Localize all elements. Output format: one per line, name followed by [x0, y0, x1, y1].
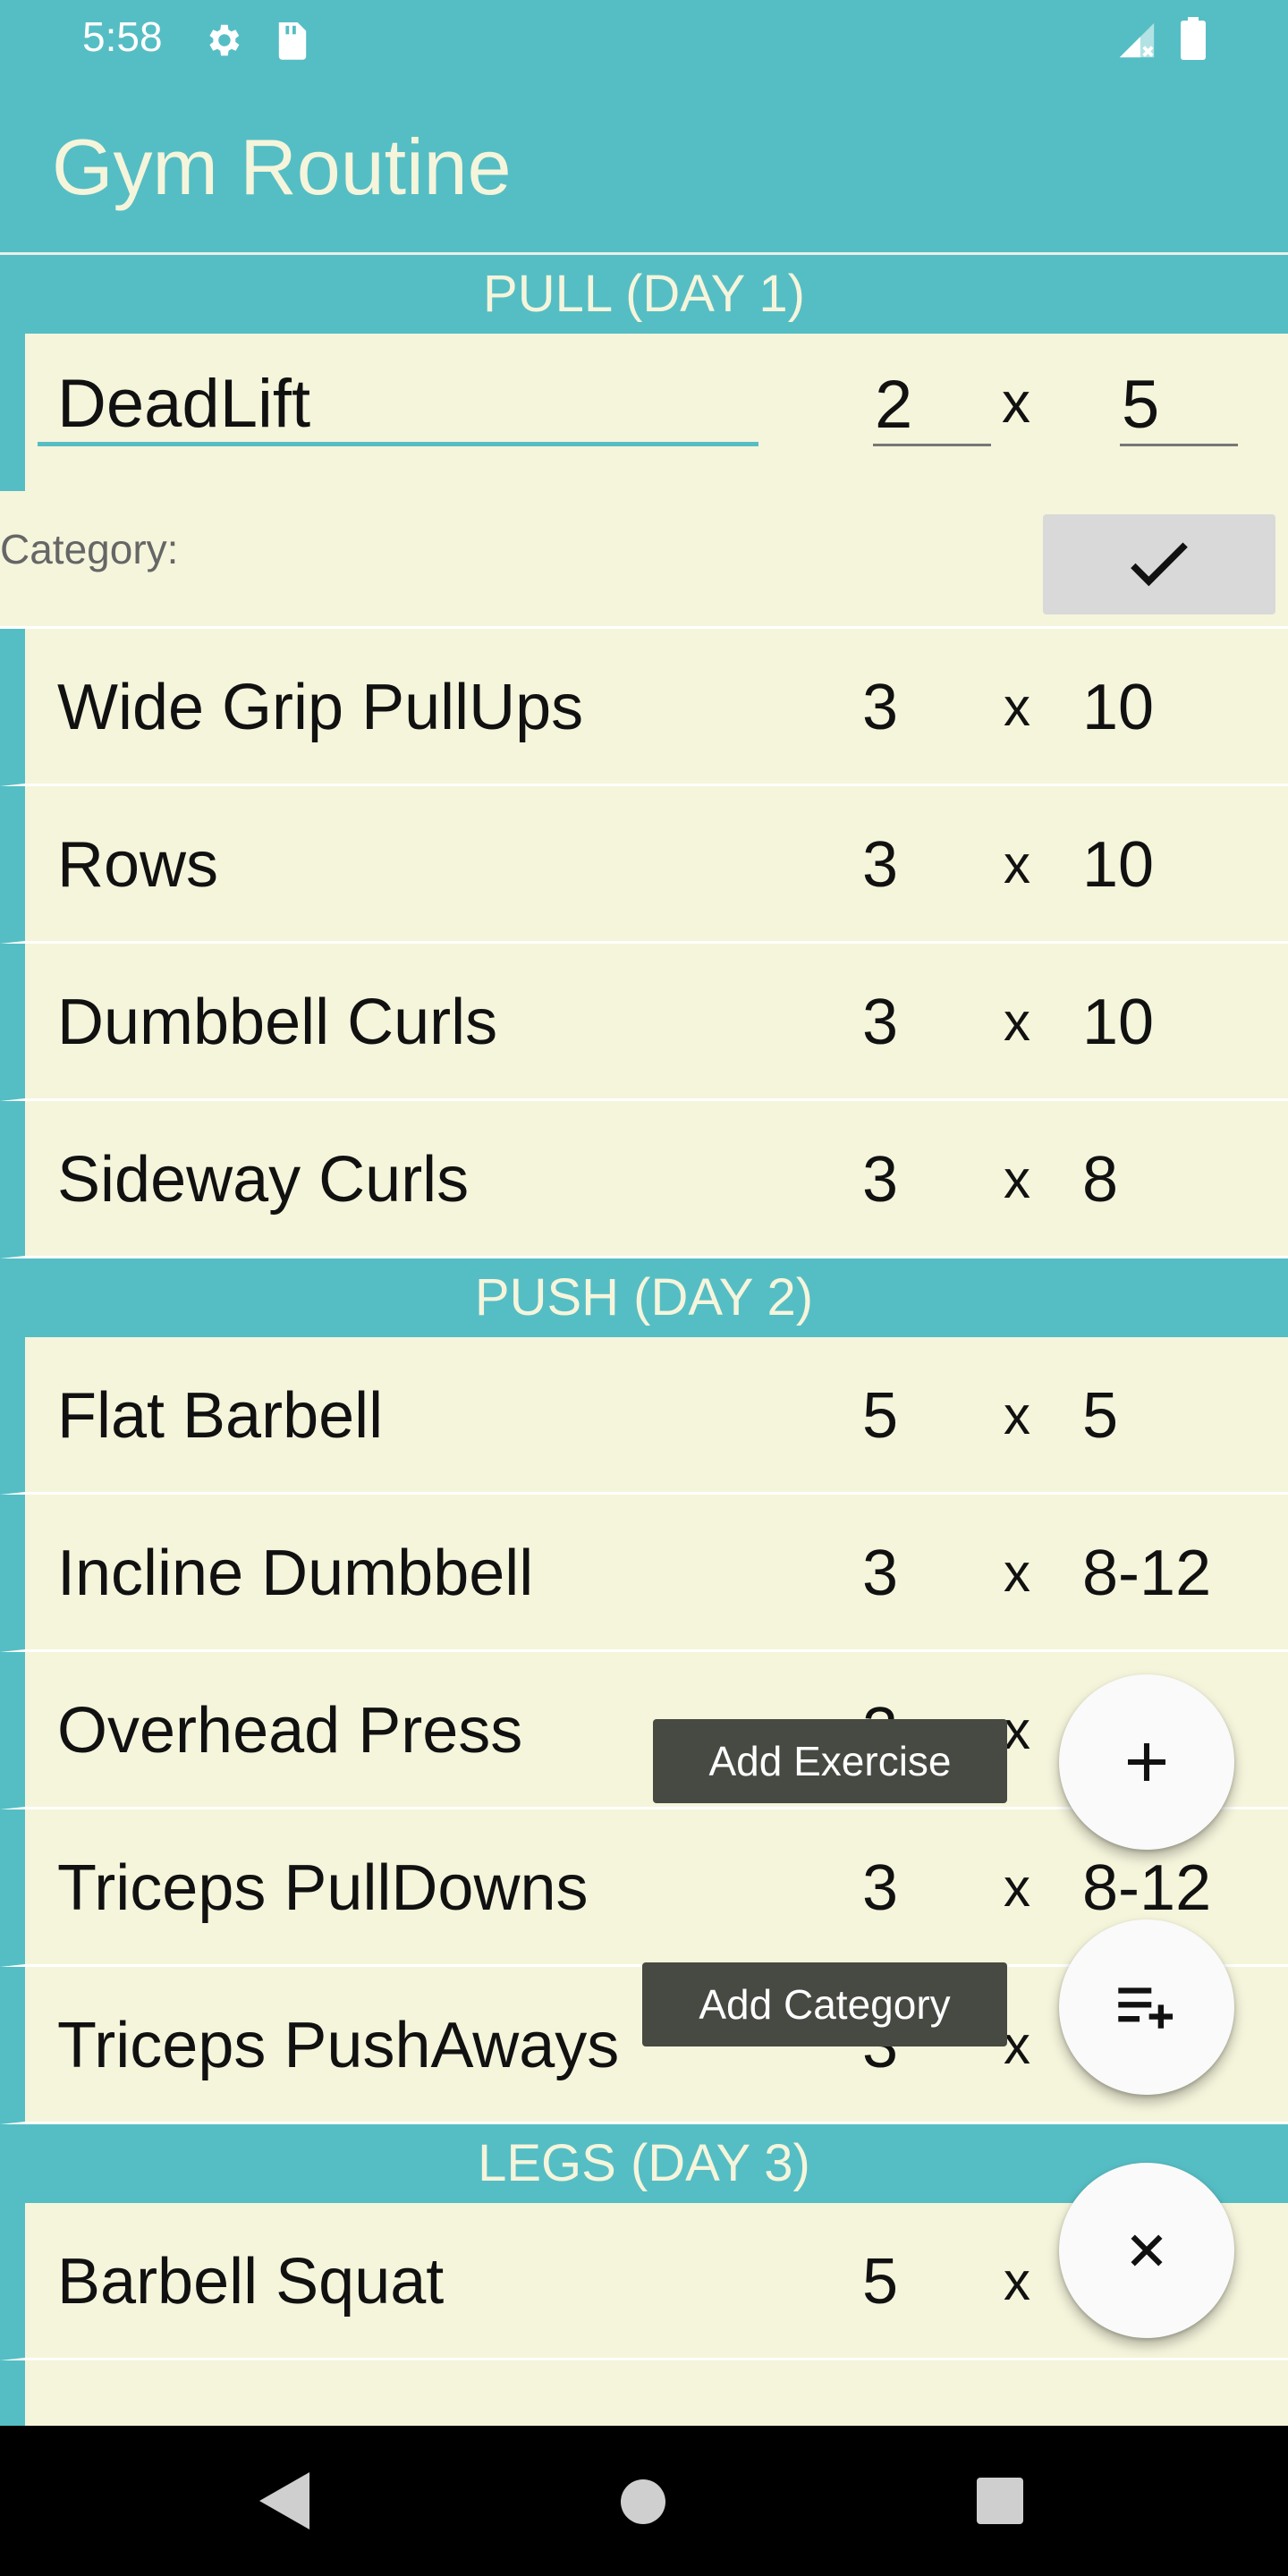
exercise-name: Dumbbell Curls — [57, 987, 498, 1058]
edit-exercise-row: x — [0, 334, 1288, 491]
exercise-sets: 3 — [862, 672, 899, 743]
exercise-reps: 10 — [1082, 829, 1155, 901]
exercise-name: Overhead Press — [57, 1695, 523, 1767]
exercise-name: Barbell Squat — [57, 2246, 445, 2318]
reps-input[interactable] — [1120, 366, 1238, 446]
plus-icon — [1128, 1743, 1165, 1781]
exercise-sets: 3 — [862, 1852, 899, 1924]
exercise-row[interactable]: Wide Grip PullUps 3 x 10 — [0, 629, 1288, 786]
status-time: 5:58 — [82, 13, 163, 60]
times-separator: x — [1004, 1700, 1030, 1760]
times-separator: x — [1004, 835, 1030, 894]
exercise-reps: 8-12 — [1082, 1538, 1212, 1609]
gear-icon — [209, 24, 240, 56]
exercise-reps: 8 — [1082, 1144, 1119, 1216]
exercise-sets: 3 — [862, 1144, 899, 1216]
times-separator: x — [1002, 370, 1030, 435]
exercise-sets: 5 — [862, 2246, 899, 2318]
app-bar: Gym Routine — [0, 80, 1288, 252]
exercise-name: Wide Grip PullUps — [57, 672, 584, 743]
exercise-list[interactable]: PULL (DAY 1) x Category: Wide Grip PullU… — [0, 252, 1288, 2426]
back-icon[interactable] — [259, 2472, 309, 2529]
category-header[interactable]: PUSH (DAY 2) — [0, 1258, 1288, 1337]
exercise-sets: 5 — [862, 1380, 899, 1452]
times-separator: x — [1004, 1149, 1030, 1209]
exercise-name: Triceps PullDowns — [57, 1852, 589, 1924]
exercise-row[interactable]: Dumbbell Curls 3 x 10 — [0, 944, 1288, 1101]
category-select-row: Category: — [0, 491, 1288, 629]
status-bar: 5:58 — [0, 0, 1288, 80]
add-exercise-label[interactable]: Add Exercise — [653, 1719, 1007, 1803]
navigation-bar — [0, 2426, 1288, 2576]
exercise-name: Rows — [57, 829, 219, 901]
exercise-reps: 10 — [1082, 672, 1155, 743]
exercise-row[interactable]: Rows 3 x 10 — [0, 786, 1288, 944]
category-header: PULL (DAY 1) — [0, 255, 1288, 334]
exercise-name: Incline Dumbbell — [57, 1538, 534, 1609]
row-accent — [0, 334, 25, 491]
exercise-name: Triceps PushAways — [57, 2010, 620, 2081]
exercise-sets: 3 — [862, 987, 899, 1058]
sd-card-icon — [278, 22, 307, 60]
exercise-row[interactable] — [0, 2360, 1288, 2426]
exercise-sets: 3 — [862, 829, 899, 901]
exercise-name: Sideway Curls — [57, 1144, 470, 1216]
exercise-reps: 10 — [1082, 987, 1155, 1058]
check-icon — [1131, 542, 1188, 587]
times-separator: x — [1004, 2251, 1030, 2311]
times-separator: x — [1004, 1543, 1030, 1603]
times-separator: x — [1004, 1858, 1030, 1918]
close-menu-button[interactable] — [1059, 2163, 1234, 2338]
sets-input[interactable] — [873, 366, 991, 446]
category-label: Category: — [0, 526, 179, 572]
times-separator: x — [1004, 677, 1030, 737]
add-exercise-button[interactable] — [1059, 1674, 1234, 1850]
exercise-name: Flat Barbell — [57, 1380, 384, 1452]
times-separator: x — [1004, 2015, 1030, 2075]
add-category-label[interactable]: Add Category — [642, 1962, 1007, 2046]
playlist-add-icon — [1118, 1987, 1174, 2029]
exercise-reps: 5 — [1082, 1380, 1119, 1452]
confirm-button[interactable] — [1043, 514, 1275, 614]
battery-icon — [1181, 17, 1206, 60]
exercise-row[interactable]: Flat Barbell 5 x 5 — [0, 1337, 1288, 1495]
signal-icon — [1119, 22, 1155, 58]
home-icon[interactable] — [621, 2479, 665, 2524]
times-separator: x — [1004, 992, 1030, 1052]
exercise-row[interactable]: Sideway Curls 3 x 8 — [0, 1101, 1288, 1258]
times-separator: x — [1004, 1385, 1030, 1445]
close-icon — [1131, 2234, 1163, 2267]
recents-icon[interactable] — [977, 2478, 1023, 2524]
exercise-sets: 3 — [862, 1538, 899, 1609]
exercise-name-input[interactable] — [38, 366, 758, 446]
app-title: Gym Routine — [52, 123, 512, 211]
add-category-button[interactable] — [1059, 1919, 1234, 2095]
exercise-row[interactable]: Incline Dumbbell 3 x 8-12 — [0, 1495, 1288, 1652]
